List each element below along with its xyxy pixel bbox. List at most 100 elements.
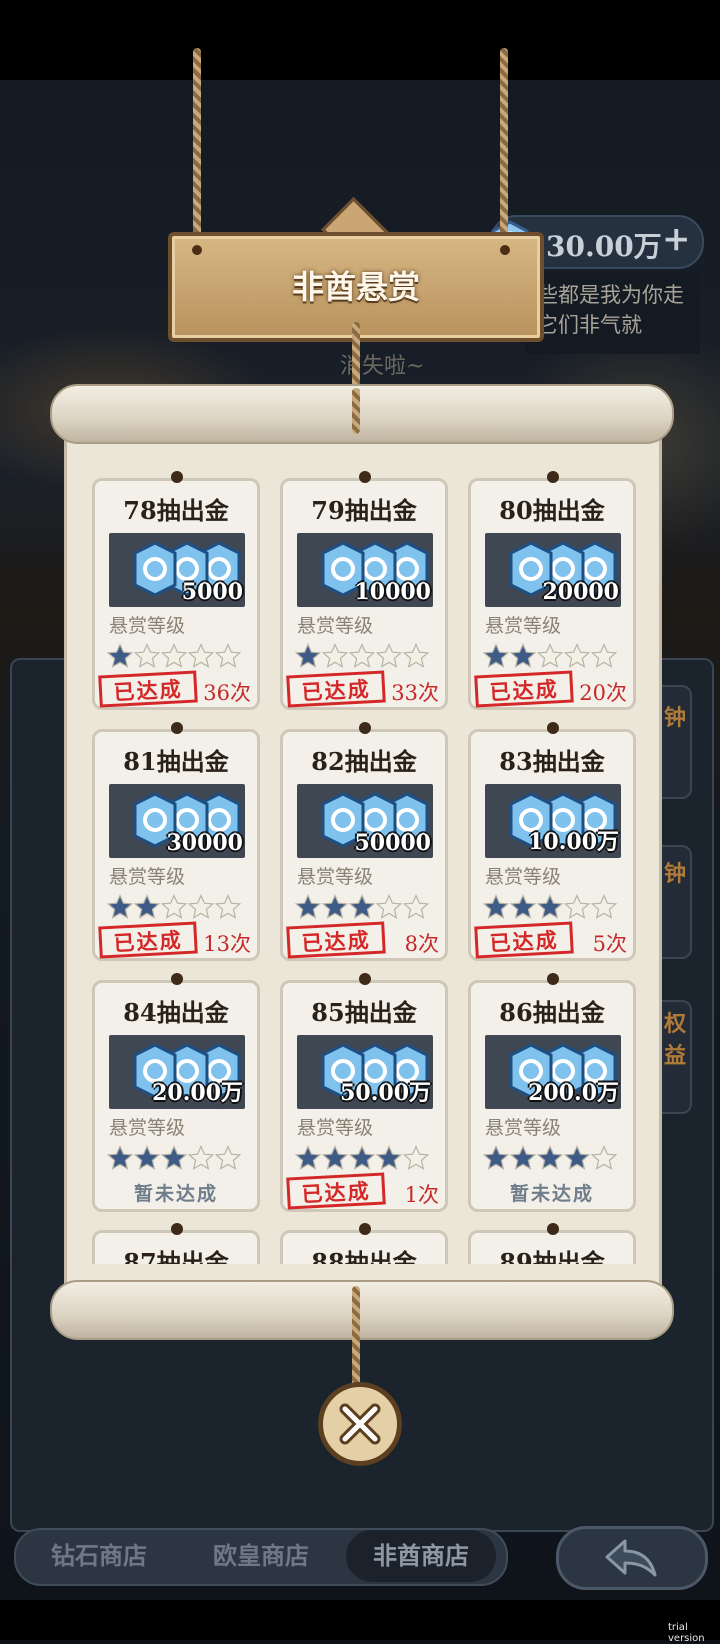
star-filled-icon [321, 1145, 349, 1171]
star-empty-icon [402, 643, 430, 669]
currency-amount: 30.00万 [546, 230, 662, 263]
star-filled-icon [160, 1145, 188, 1171]
bounty-card[interactable]: 88抽出金 [280, 1223, 448, 1264]
star-rating [106, 894, 242, 922]
star-filled-icon [106, 1145, 134, 1171]
card-pin [171, 973, 183, 985]
star-filled-icon [294, 643, 322, 669]
star-filled-icon [294, 894, 322, 920]
star-filled-icon [321, 894, 349, 920]
star-filled-icon [509, 643, 537, 669]
card-pin [171, 1223, 183, 1235]
bounty-card[interactable]: 87抽出金 [92, 1223, 260, 1264]
star-empty-icon [160, 894, 188, 920]
reward-image: 200.0万 [485, 1035, 621, 1109]
bounty-card[interactable]: 81抽出金 30000 悬赏等级 已达成 13次 [92, 722, 260, 961]
close-button[interactable] [318, 1382, 402, 1466]
reward-amount: 20.00万 [152, 1080, 243, 1106]
bounty-card[interactable]: 85抽出金 50.00万 悬赏等级 已达成 1次 [280, 973, 448, 1212]
bounty-card[interactable]: 86抽出金 200.0万 悬赏等级 暂未达成 [468, 973, 636, 1212]
achieve-count: 33次 [391, 681, 439, 705]
star-filled-icon [106, 643, 134, 669]
star-filled-icon [482, 1145, 510, 1171]
achieve-count: 5次 [592, 932, 627, 956]
star-filled-icon [348, 1145, 376, 1171]
star-empty-icon [214, 1145, 242, 1171]
star-empty-icon [536, 643, 564, 669]
card-pin [171, 471, 183, 483]
star-filled-icon [482, 643, 510, 669]
card-pin [359, 1223, 371, 1235]
bounty-card[interactable]: 78抽出金 5000 悬赏等级 已达成 36次 [92, 471, 260, 710]
reward-amount: 20000 [542, 579, 619, 605]
card-title: 82抽出金 [311, 747, 417, 776]
reward-image: 20000 [485, 533, 621, 607]
status-bar-area [0, 0, 720, 80]
star-empty-icon [590, 1145, 618, 1171]
back-arrow-icon [605, 1539, 657, 1577]
star-empty-icon [590, 643, 618, 669]
side-text-3: 权益 [664, 1011, 687, 1069]
bounty-level-label: 悬赏等级 [485, 615, 562, 637]
card-pin [547, 1223, 559, 1235]
star-empty-icon [348, 643, 376, 669]
tab-unlucky-shop[interactable]: 非酋商店 [346, 1530, 496, 1582]
reward-image: 30000 [109, 784, 245, 858]
star-empty-icon [187, 643, 215, 669]
reward-amount: 50.00万 [340, 1080, 431, 1106]
card-pin [359, 973, 371, 985]
card-title: 83抽出金 [499, 747, 605, 776]
achieve-count: 8次 [404, 932, 439, 956]
star-filled-icon [106, 894, 134, 920]
card-title: 86抽出金 [499, 998, 605, 1027]
scroll-bottom-roll [50, 1280, 674, 1340]
card-title: 88抽出金 [311, 1248, 417, 1264]
card-pin [171, 722, 183, 734]
bounty-card[interactable]: 80抽出金 20000 悬赏等级 已达成 20次 [468, 471, 636, 710]
star-rating [482, 1145, 618, 1173]
add-currency-button[interactable]: + [662, 219, 691, 259]
card-pin [359, 471, 371, 483]
card-pin [547, 722, 559, 734]
hanging-rope-right [500, 48, 508, 248]
card-title: 78抽出金 [123, 496, 229, 525]
bounty-level-label: 悬赏等级 [109, 866, 186, 888]
bounty-level-label: 悬赏等级 [109, 615, 186, 637]
card-title: 79抽出金 [311, 496, 417, 525]
back-button[interactable] [556, 1526, 708, 1590]
bounty-card[interactable]: 84抽出金 20.00万 悬赏等级 暂未达成 [92, 973, 260, 1212]
bounty-card[interactable]: 82抽出金 50000 悬赏等级 已达成 8次 [280, 722, 448, 961]
page-title: 非酋悬赏 [291, 268, 420, 306]
bounty-level-label: 悬赏等级 [297, 615, 374, 637]
scroll-top-roll [50, 384, 674, 444]
star-filled-icon [509, 1145, 537, 1171]
achieved-stamp: 已达成 [474, 670, 574, 708]
achieved-stamp: 已达成 [98, 921, 198, 959]
watermark: trial version [668, 1622, 705, 1644]
bounty-level-label: 悬赏等级 [485, 1117, 562, 1139]
not-achieved-label: 暂未达成 [133, 1183, 218, 1205]
star-rating [294, 894, 430, 922]
star-empty-icon [590, 894, 618, 920]
tab-diamond-shop[interactable]: 钻石商店 [24, 1530, 174, 1582]
reward-amount: 30000 [166, 830, 243, 856]
card-title: 89抽出金 [499, 1248, 605, 1264]
reward-image: 50.00万 [297, 1035, 433, 1109]
star-empty-icon [402, 894, 430, 920]
bottom-black-bar [0, 1600, 720, 1640]
bounty-card-list[interactable]: 78抽出金 5000 悬赏等级 已达成 36次 79抽出金 10000 悬赏等级 已达成 33次 8… [84, 468, 640, 1264]
star-rating [294, 643, 430, 671]
star-filled-icon [563, 1145, 591, 1171]
achieved-stamp: 已达成 [474, 921, 574, 959]
close-x-icon [339, 1403, 381, 1445]
achieve-count: 20次 [579, 681, 627, 705]
tab-lucky-shop[interactable]: 欧皇商店 [186, 1530, 336, 1582]
reward-amount: 200.0万 [528, 1080, 619, 1106]
bounty-card[interactable]: 89抽出金 [468, 1223, 636, 1264]
star-filled-icon [482, 894, 510, 920]
sign-nail [192, 245, 202, 255]
bounty-card[interactable]: 83抽出金 10.00万 悬赏等级 已达成 5次 [468, 722, 636, 961]
bounty-card[interactable]: 79抽出金 10000 悬赏等级 已达成 33次 [280, 471, 448, 710]
star-filled-icon [133, 894, 161, 920]
star-empty-icon [375, 894, 403, 920]
